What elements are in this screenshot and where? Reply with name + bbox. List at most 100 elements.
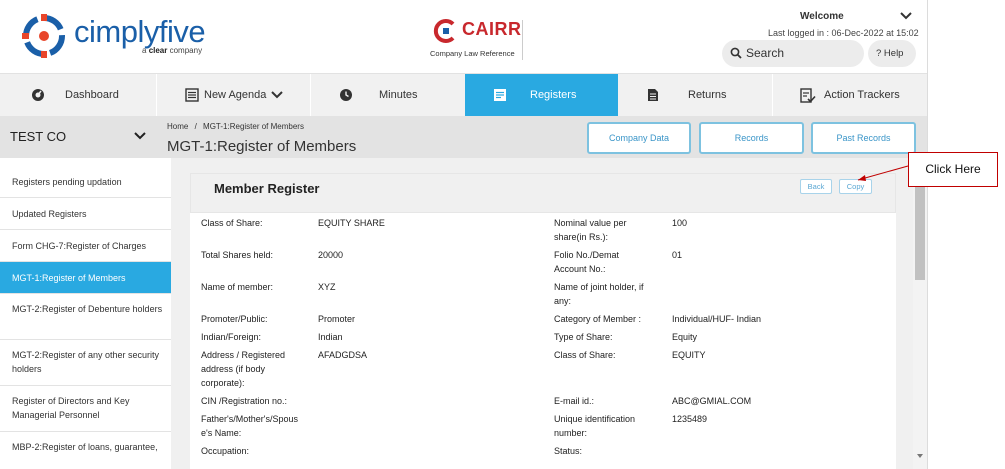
field-label-unique-id: Unique identification number: xyxy=(554,414,636,438)
field-value-member-name: XYZ xyxy=(318,282,336,292)
field-label-address: Address / Registered address (if body co… xyxy=(201,350,286,388)
header-divider xyxy=(522,20,523,60)
sidebar-item-label: Updated Registers xyxy=(12,209,87,219)
field-label-nominal-value: Nominal value per share(in Rs.): xyxy=(554,218,627,242)
breadcrumb-current: MGT-1:Register of Members xyxy=(203,122,304,131)
help-label: ? Help xyxy=(876,48,904,59)
scrollbar-thumb[interactable] xyxy=(915,180,925,280)
past-records-button[interactable]: Past Records xyxy=(811,122,916,154)
sidebar-item-label: Register of Directors and Key Managerial… xyxy=(12,396,130,420)
chevron-down-icon xyxy=(134,132,146,140)
sidebar-item-label: Form CHG-7:Register of Charges xyxy=(12,241,147,251)
nav-item-dashboard[interactable]: Dashboard xyxy=(0,74,156,117)
field-label-indian-foreign: Indian/Foreign: xyxy=(201,332,262,342)
field-value-class-of-share-2: EQUITY xyxy=(672,350,706,360)
sidebar-item-mgt-2-debenture[interactable]: MGT-2:Register of Debenture holders xyxy=(0,294,171,340)
checklist-icon xyxy=(800,88,816,103)
nav-label: New Agenda xyxy=(204,89,267,101)
field-value-nominal-value: 100 xyxy=(672,218,688,228)
company-name: TEST CO xyxy=(10,129,67,144)
top-header: cimplyfive a clear company CAIRR Company… xyxy=(0,0,927,73)
scroll-down-arrow-icon[interactable] xyxy=(916,452,924,460)
sidebar-item-label: MGT-2:Register of any other security hol… xyxy=(12,350,160,374)
field-value-indian-foreign: Indian xyxy=(318,332,343,342)
breadcrumb-separator: / xyxy=(194,122,197,131)
records-button[interactable]: Records xyxy=(699,122,804,154)
nav-item-registers[interactable]: Registers xyxy=(465,74,618,117)
sidebar-item-label: MBP-2:Register of loans, guarantee, xyxy=(12,442,158,452)
field-value-category: Individual/HUF- Indian xyxy=(672,314,762,324)
field-label-folio-no: Folio No./Demat Account No.: xyxy=(554,250,620,274)
field-value-folio-no: 01 xyxy=(672,250,683,260)
sidebar-item-mgt-2-other[interactable]: MGT-2:Register of any other security hol… xyxy=(0,340,171,386)
nav-label: Action Trackers xyxy=(824,89,900,101)
field-label-occupation: Occupation: xyxy=(201,446,250,456)
field-label-class-of-share-2: Class of Share: xyxy=(554,350,616,360)
field-label-category: Category of Member : xyxy=(554,314,642,324)
field-value-email: ABC@GMIAL.COM xyxy=(672,396,752,406)
sidebar-item-registers-pending[interactable]: Registers pending updation xyxy=(0,166,171,198)
cairr-subtitle: Company Law Reference xyxy=(430,49,515,58)
sidebar-item-label: MGT-1:Register of Members xyxy=(12,273,126,283)
registers-sidebar: Registers pending updation Updated Regis… xyxy=(0,166,171,469)
last-logged-in: Last logged in : 06-Dec-2022 at 15:02 xyxy=(768,28,919,38)
search-icon xyxy=(730,47,742,59)
app-window: cimplyfive a clear company CAIRR Company… xyxy=(0,0,928,469)
nav-item-minutes[interactable]: Minutes xyxy=(311,74,465,117)
breadcrumb-home[interactable]: Home xyxy=(167,122,188,131)
list-icon xyxy=(185,88,199,102)
nav-item-returns[interactable]: Returns xyxy=(618,74,772,117)
field-value-type-of-share: Equity xyxy=(672,332,698,342)
sidebar-item-mbp-2[interactable]: MBP-2:Register of loans, guarantee, xyxy=(0,432,171,469)
click-here-callout: Click Here xyxy=(908,152,998,187)
register-icon xyxy=(494,89,506,101)
sidebar-item-updated-registers[interactable]: Updated Registers xyxy=(0,198,171,230)
cairr-logo[interactable]: CAIRR Company Law Reference xyxy=(428,16,528,62)
field-label-status: Status: xyxy=(554,446,583,456)
sidebar-item-mgt-1[interactable]: MGT-1:Register of Members xyxy=(0,262,171,294)
nav-label: Registers xyxy=(530,89,577,101)
company-selector[interactable]: TEST CO xyxy=(0,116,156,158)
clock-icon xyxy=(340,89,352,101)
sidebar-item-chg-7[interactable]: Form CHG-7:Register of Charges xyxy=(0,230,171,262)
cimplyfive-logo[interactable]: cimplyfive a clear company xyxy=(20,12,250,62)
sidebar-item-directors-kmp[interactable]: Register of Directors and Key Managerial… xyxy=(0,386,171,432)
field-label-type-of-share: Type of Share: xyxy=(554,332,613,342)
field-value-address: AFADGDSA xyxy=(318,350,368,360)
field-value-class-of-share: EQUITY SHARE xyxy=(318,218,385,228)
field-label-email: E-mail id.: xyxy=(554,396,595,406)
help-button[interactable]: ? Help xyxy=(868,40,916,67)
sidebar-item-label: MGT-2:Register of Debenture holders xyxy=(12,304,163,314)
field-label-joint-holder: Name of joint holder, if any: xyxy=(554,282,644,306)
breadcrumb: Home / MGT-1:Register of Members xyxy=(167,122,304,131)
search-button[interactable]: Search xyxy=(722,40,864,67)
field-label-cin: CIN /Registration no.: xyxy=(201,396,288,406)
back-button[interactable]: Back xyxy=(800,179,832,194)
field-value-total-shares: 20000 xyxy=(318,250,344,260)
field-value-promoter-public: Promoter xyxy=(318,314,356,324)
field-label-class-of-share: Class of Share: xyxy=(201,218,263,228)
nav-item-new-agenda[interactable]: New Agenda xyxy=(157,74,310,117)
nav-item-action-trackers[interactable]: Action Trackers xyxy=(773,74,927,117)
nav-label: Returns xyxy=(688,89,727,101)
page-title: MGT-1:Register of Members xyxy=(167,138,357,155)
chevron-down-icon[interactable] xyxy=(899,10,913,22)
nav-label: Minutes xyxy=(379,89,418,101)
panel-title: Member Register xyxy=(214,181,320,196)
logo-wordmark: cimplyfive xyxy=(74,14,206,49)
field-label-member-name: Name of member: xyxy=(201,282,274,292)
cimplyfive-logo-icon xyxy=(22,14,65,58)
search-label: Search xyxy=(746,46,785,60)
field-label-promoter-public: Promoter/Public: xyxy=(201,314,268,324)
company-data-button[interactable]: Company Data xyxy=(587,122,691,154)
field-label-total-shares: Total Shares held: xyxy=(201,250,274,260)
document-icon xyxy=(648,89,658,101)
dashboard-icon xyxy=(32,89,44,101)
cairr-logo-icon xyxy=(433,19,455,43)
chevron-down-icon xyxy=(271,91,283,99)
annotation-arrow-icon xyxy=(857,165,909,181)
nav-label: Dashboard xyxy=(65,89,119,101)
welcome-label: Welcome xyxy=(800,11,844,22)
field-label-parent-spouse-name: Father's/Mother's/Spouse's Name: xyxy=(201,414,298,438)
main-nav: Dashboard New Agenda Minutes Registers R… xyxy=(0,73,927,117)
